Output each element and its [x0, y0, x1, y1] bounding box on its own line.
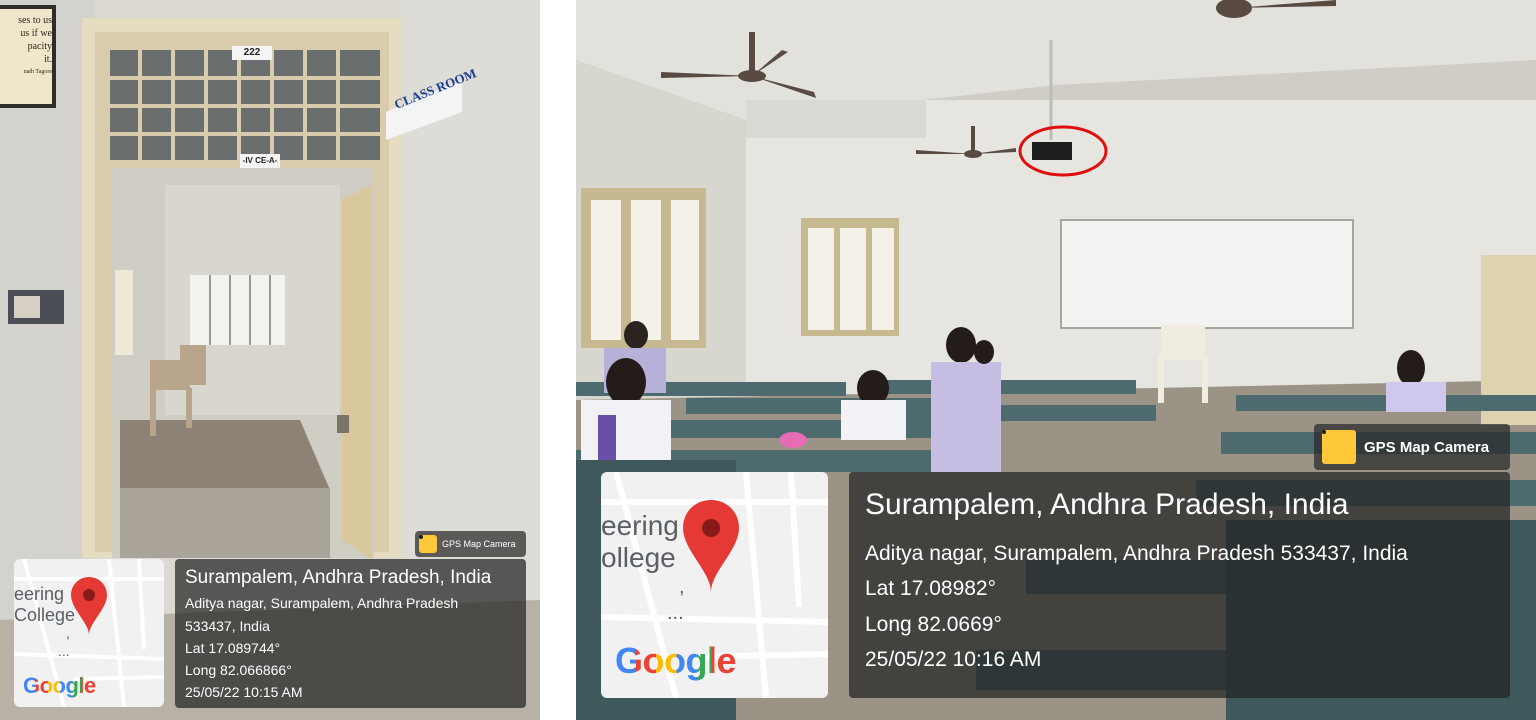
- map-ellipsis: ...: [667, 602, 684, 624]
- date-time: 25/05/22 10:16 AM: [865, 648, 1042, 671]
- latitude: Lat 17.089744°: [185, 640, 281, 656]
- map-place-label: eering College: [14, 584, 75, 625]
- map-comma: ,: [66, 625, 70, 641]
- date-time: 25/05/22 10:15 AM: [185, 684, 303, 700]
- projector-highlight-circle: [1018, 125, 1108, 177]
- map-ellipsis: ...: [58, 643, 70, 659]
- map-place-label: eering ollege: [601, 510, 679, 574]
- right-photo-classroom-interior: GPS Map Camera eering ollege , ... Googl…: [576, 0, 1536, 720]
- longitude: Long 82.0669°: [865, 613, 1002, 636]
- google-logo-text: Google: [615, 640, 737, 681]
- map-label-line: eering: [601, 510, 679, 541]
- location-title: Surampalem, Andhra Pradesh, India: [185, 567, 492, 588]
- quote-line: pacity: [27, 41, 52, 52]
- latitude: Lat 17.08982°: [865, 577, 997, 600]
- address-line: Aditya nagar, Surampalem, Andhra Pradesh…: [865, 542, 1408, 565]
- geotag-info-panel: Surampalem, Andhra Pradesh, India Aditya…: [849, 472, 1510, 698]
- gps-camera-app-icon: [419, 535, 437, 553]
- quote-line: us if we: [20, 28, 52, 39]
- gps-camera-app-icon: [1322, 430, 1356, 464]
- gps-brand-tag: GPS Map Camera: [415, 531, 526, 557]
- longitude: Long 82.066866°: [185, 662, 292, 678]
- quote-line: nath Tagore: [23, 69, 52, 75]
- geotag-info-panel: Surampalem, Andhra Pradesh, India Aditya…: [175, 559, 526, 708]
- map-thumbnail: eering ollege , ... Google: [601, 472, 828, 698]
- google-logo: Google: [615, 640, 737, 682]
- left-photo-classroom-door: ses to us us if we pacity it. nath Tagor…: [0, 0, 540, 720]
- map-thumbnail: eering College , ... Google: [14, 559, 164, 707]
- map-label-line: eering: [14, 584, 65, 604]
- map-label-line: College: [14, 604, 76, 625]
- address-line: 533437, India: [185, 618, 270, 634]
- quote-line: it.: [43, 54, 52, 65]
- google-logo: Google: [23, 673, 96, 699]
- map-label-line: ollege: [601, 542, 676, 574]
- class-section-plate: -IV CE-A-: [242, 156, 278, 165]
- gps-brand-label: GPS Map Camera: [442, 539, 516, 549]
- address-line: Aditya nagar, Surampalem, Andhra Pradesh: [185, 595, 459, 611]
- google-logo-text: Google: [23, 673, 96, 698]
- location-title: Surampalem, Andhra Pradesh, India: [865, 488, 1349, 521]
- gps-brand-tag: GPS Map Camera: [1314, 424, 1510, 470]
- map-pin-icon: [683, 500, 739, 592]
- gps-brand-label: GPS Map Camera: [1364, 438, 1490, 456]
- room-number-plate: 222: [243, 47, 261, 58]
- quote-frame-text: ses to us us if we pacity it. nath Tagor…: [2, 14, 52, 79]
- quote-line: ses to us: [18, 15, 52, 26]
- map-pin-icon: [71, 577, 107, 635]
